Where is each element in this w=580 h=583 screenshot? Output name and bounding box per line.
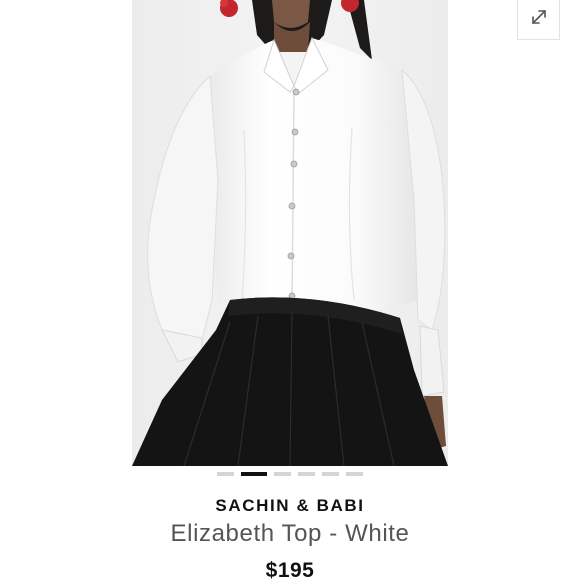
image-pagination [0,472,580,476]
pagination-dot[interactable] [274,472,291,476]
pagination-dot[interactable] [322,472,339,476]
pagination-dot[interactable] [298,472,315,476]
pagination-dot-active[interactable] [241,472,267,476]
product-photo-illustration [132,0,448,466]
product-title[interactable]: Elizabeth Top - White [0,520,580,548]
pagination-dot[interactable] [346,472,363,476]
expand-image-button[interactable] [517,0,560,40]
product-image[interactable] [132,0,448,466]
brand-name[interactable]: SACHIN & BABI [0,496,580,516]
expand-diagonal-icon [529,7,549,32]
product-price: $195 [265,559,315,582]
pagination-dot[interactable] [217,472,234,476]
